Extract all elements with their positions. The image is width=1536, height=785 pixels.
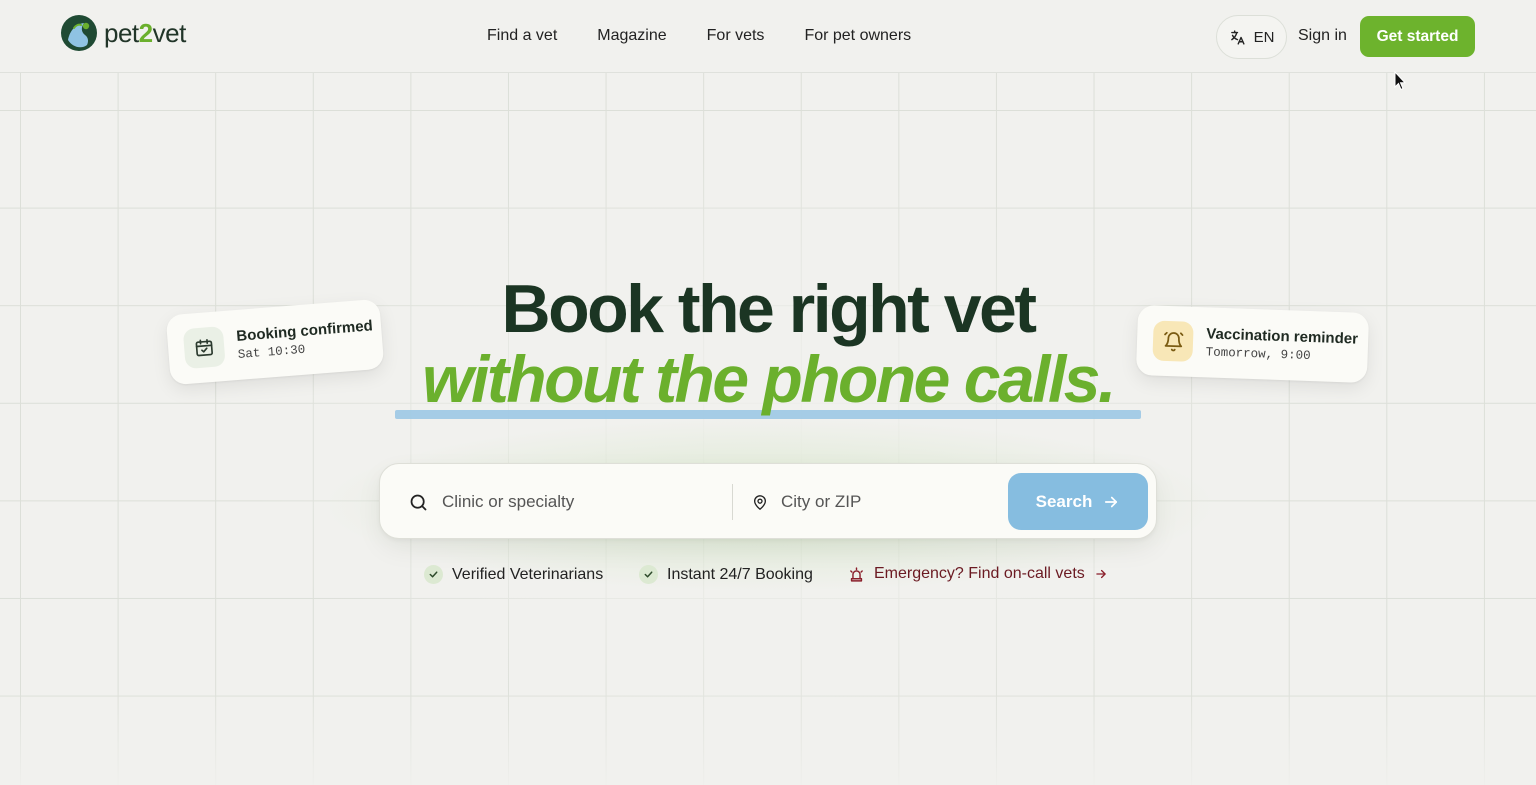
- logo-link[interactable]: pet2vet: [60, 13, 186, 53]
- logo-text: pet2vet: [104, 17, 186, 48]
- nav-for-vets[interactable]: For vets: [707, 27, 765, 45]
- search-bar: Search: [379, 463, 1157, 539]
- hero-headline: Book the right vet: [501, 271, 1037, 347]
- feature-label: Instant 24/7 Booking: [667, 565, 813, 583]
- site-header: pet2vet Find a vet Magazine For vets For…: [0, 0, 1536, 73]
- main-nav: Find a vet Magazine For vets For pet own…: [487, 27, 911, 45]
- search-divider: [732, 484, 733, 520]
- hero-headline-accent: without the phone calls.: [422, 342, 1116, 416]
- translate-icon: [1230, 29, 1245, 45]
- search-button[interactable]: Search: [1008, 473, 1148, 530]
- arrow-right-icon: [1105, 496, 1118, 507]
- check-icon: [424, 565, 443, 584]
- emergency-link[interactable]: Emergency? Find on-call vets: [848, 565, 1108, 583]
- page: pet2vet Find a vet Magazine For vets For…: [0, 0, 1536, 785]
- grid-fade-bottom: [0, 690, 1536, 785]
- language-switcher[interactable]: EN: [1216, 15, 1287, 59]
- feature-verified: Verified Veterinarians: [424, 565, 603, 584]
- siren-icon: [850, 566, 863, 582]
- emergency-label: Emergency? Find on-call vets: [874, 565, 1085, 582]
- search-icon: [410, 494, 427, 510]
- city-field[interactable]: [752, 464, 1002, 540]
- nav-for-pet-owners[interactable]: For pet owners: [804, 27, 911, 45]
- feature-list: Verified Veterinarians Instant 24/7 Book…: [0, 565, 1536, 589]
- city-zip-input[interactable]: [781, 492, 1002, 512]
- map-pin-icon: [754, 494, 766, 510]
- mouse-cursor-icon: [1394, 71, 1406, 91]
- pet2vet-logo-icon: [61, 15, 97, 51]
- language-label: EN: [1253, 28, 1275, 46]
- clinic-search-input[interactable]: [442, 492, 672, 512]
- get-started-button[interactable]: Get started: [1360, 16, 1475, 57]
- arrow-right-icon: [1096, 569, 1106, 579]
- feature-instant-booking: Instant 24/7 Booking: [639, 565, 813, 584]
- nav-magazine[interactable]: Magazine: [597, 27, 666, 45]
- sign-in-link[interactable]: Sign in: [1298, 27, 1347, 45]
- feature-label: Verified Veterinarians: [452, 565, 604, 583]
- nav-find-a-vet[interactable]: Find a vet: [487, 27, 557, 45]
- check-icon: [639, 565, 658, 584]
- clinic-field[interactable]: [408, 464, 728, 540]
- search-button-label: Search: [1035, 491, 1093, 511]
